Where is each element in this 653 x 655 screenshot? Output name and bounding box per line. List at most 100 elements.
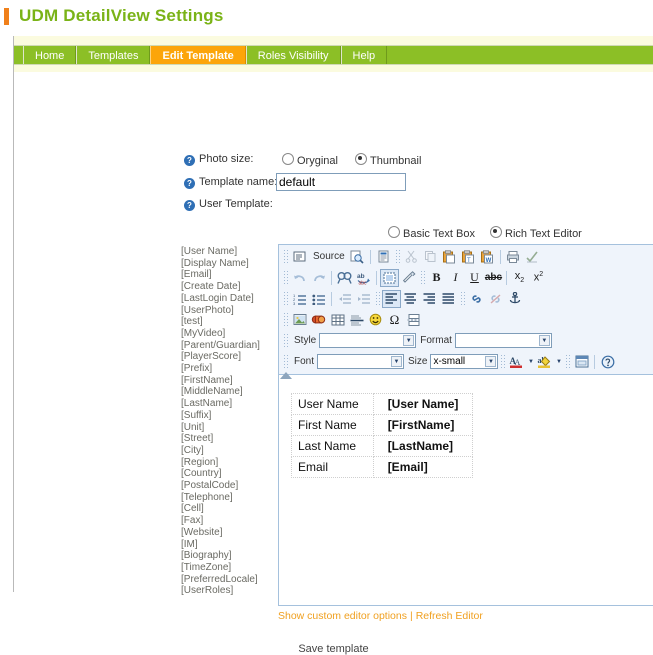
smiley-icon[interactable] [366, 311, 385, 329]
toolbar-grip-icon[interactable] [283, 333, 288, 348]
undo-icon[interactable] [290, 269, 309, 287]
token-item[interactable]: [City] [181, 445, 276, 457]
toolbar-grip-icon[interactable] [420, 270, 425, 285]
flash-icon[interactable] [309, 311, 328, 329]
page-break-icon[interactable] [404, 311, 423, 329]
select-all-icon[interactable] [380, 268, 399, 287]
token-item[interactable]: [PlayerScore] [181, 351, 276, 363]
replace-icon[interactable]: ab abc [354, 269, 373, 287]
token-item[interactable]: [TimeZone] [181, 562, 276, 574]
paste-icon[interactable] [440, 248, 459, 266]
templates-icon[interactable] [374, 248, 393, 266]
strikethrough-icon[interactable]: abc [484, 269, 503, 287]
table-row[interactable]: Email [Email] [291, 456, 474, 478]
find-icon[interactable] [335, 269, 354, 287]
increase-indent-icon[interactable] [354, 290, 373, 308]
bold-icon[interactable]: B [427, 269, 446, 287]
align-left-icon[interactable] [382, 289, 401, 308]
italic-icon[interactable]: I [446, 269, 465, 287]
token-item[interactable]: [MiddleName] [181, 386, 276, 398]
paste-from-word-icon[interactable]: W [478, 248, 497, 266]
copy-icon[interactable] [421, 248, 440, 266]
toolbar-grip-icon[interactable] [565, 354, 571, 369]
toolbar-grip-icon[interactable] [500, 354, 506, 369]
preview-icon[interactable] [348, 248, 367, 266]
token-item[interactable]: [User Name] [181, 246, 276, 258]
token-item[interactable]: [Fax] [181, 515, 276, 527]
radio-rich-text-editor-icon[interactable] [490, 226, 503, 238]
editor-canvas[interactable]: User Name [User Name] First Name [FirstN… [279, 385, 653, 605]
size-select[interactable]: x-small ▼ [430, 354, 499, 369]
token-item[interactable]: [Telephone] [181, 492, 276, 504]
help-icon-template-name[interactable]: ? [184, 178, 195, 189]
remove-format-icon[interactable] [399, 269, 418, 287]
toolbar-grip-icon[interactable] [394, 249, 400, 264]
table-cell-token[interactable]: [Email] [372, 456, 474, 478]
numbered-list-icon[interactable]: 123 [290, 290, 309, 308]
token-item[interactable]: [Region] [181, 457, 276, 469]
chevron-down-icon[interactable]: ▼ [391, 356, 403, 367]
subscript-icon[interactable]: x2 [510, 269, 529, 287]
horizontal-rule-icon[interactable] [347, 311, 366, 329]
source-label[interactable]: Source [313, 251, 345, 262]
table-icon[interactable] [328, 311, 347, 329]
spell-check-icon[interactable] [523, 248, 542, 266]
align-right-icon[interactable] [420, 290, 439, 308]
toolbar-grip-icon[interactable] [283, 312, 288, 327]
radio-option-oryginal[interactable]: Oryginal [282, 153, 338, 167]
table-cell-token[interactable]: [LastName] [372, 435, 474, 457]
token-item[interactable]: [Biography] [181, 550, 276, 562]
table-row[interactable]: User Name [User Name] [291, 393, 474, 415]
show-custom-editor-options-link[interactable]: Show custom editor options [278, 610, 407, 622]
token-item[interactable]: [UserPhoto] [181, 305, 276, 317]
token-item[interactable]: [Email] [181, 269, 276, 281]
toolbar-grip-icon[interactable] [375, 291, 380, 306]
radio-oryginal-icon[interactable] [282, 153, 294, 165]
token-item[interactable]: [FirstName] [181, 375, 276, 387]
anchor-icon[interactable] [505, 290, 524, 308]
token-item[interactable]: [Display Name] [181, 258, 276, 270]
font-select[interactable]: ▼ [317, 354, 405, 369]
chevron-down-icon[interactable]: ▼ [554, 353, 563, 371]
print-icon[interactable] [504, 248, 523, 266]
source-icon[interactable] [290, 248, 309, 266]
chevron-down-icon[interactable]: ▼ [403, 335, 415, 346]
token-item[interactable]: [Unit] [181, 422, 276, 434]
toolbar-grip-icon[interactable] [283, 249, 288, 264]
style-select[interactable]: ▼ [319, 333, 417, 348]
token-item[interactable]: [IM] [181, 539, 276, 551]
help-icon-photo-size[interactable]: ? [184, 155, 195, 166]
table-row[interactable]: First Name [FirstName] [291, 414, 474, 436]
link-icon[interactable] [467, 290, 486, 308]
bulleted-list-icon[interactable] [309, 290, 328, 308]
radio-option-basic-text-box[interactable]: Basic Text Box [388, 226, 475, 240]
about-icon[interactable] [598, 353, 617, 371]
toolbar-grip-icon[interactable] [283, 270, 288, 285]
token-item[interactable]: [UserRoles] [181, 585, 276, 597]
redo-icon[interactable] [309, 269, 328, 287]
help-icon-user-template[interactable]: ? [184, 200, 195, 211]
token-item[interactable]: [PreferredLocale] [181, 574, 276, 586]
text-color-icon[interactable]: AA [507, 353, 526, 371]
superscript-icon[interactable]: x2 [529, 269, 548, 287]
tab-home[interactable]: Home [23, 46, 77, 64]
table-row[interactable]: Last Name [LastName] [291, 435, 474, 457]
token-item[interactable]: [Prefix] [181, 363, 276, 375]
chevron-down-icon[interactable]: ▼ [526, 353, 535, 371]
template-name-input[interactable] [276, 173, 406, 191]
token-item[interactable]: [LastLogin Date] [181, 293, 276, 305]
chevron-down-icon[interactable]: ▼ [485, 356, 497, 367]
table-cell-label[interactable]: Email [291, 456, 374, 478]
template-table[interactable]: User Name [User Name] First Name [FirstN… [291, 393, 474, 478]
toolbar-grip-icon[interactable] [283, 354, 288, 369]
chevron-down-icon[interactable]: ▼ [538, 335, 550, 346]
background-color-icon[interactable]: ab [535, 353, 554, 371]
token-item[interactable]: [Suffix] [181, 410, 276, 422]
token-item[interactable]: [Website] [181, 527, 276, 539]
radio-option-thumbnail[interactable]: Thumbnail [355, 153, 421, 167]
tab-help[interactable]: Help [340, 46, 388, 64]
table-cell-token[interactable]: [FirstName] [372, 414, 474, 436]
editor-resize-handle-icon[interactable] [279, 371, 292, 380]
table-cell-token[interactable]: [User Name] [372, 393, 474, 415]
tab-roles-visibility[interactable]: Roles Visibility [245, 46, 341, 64]
